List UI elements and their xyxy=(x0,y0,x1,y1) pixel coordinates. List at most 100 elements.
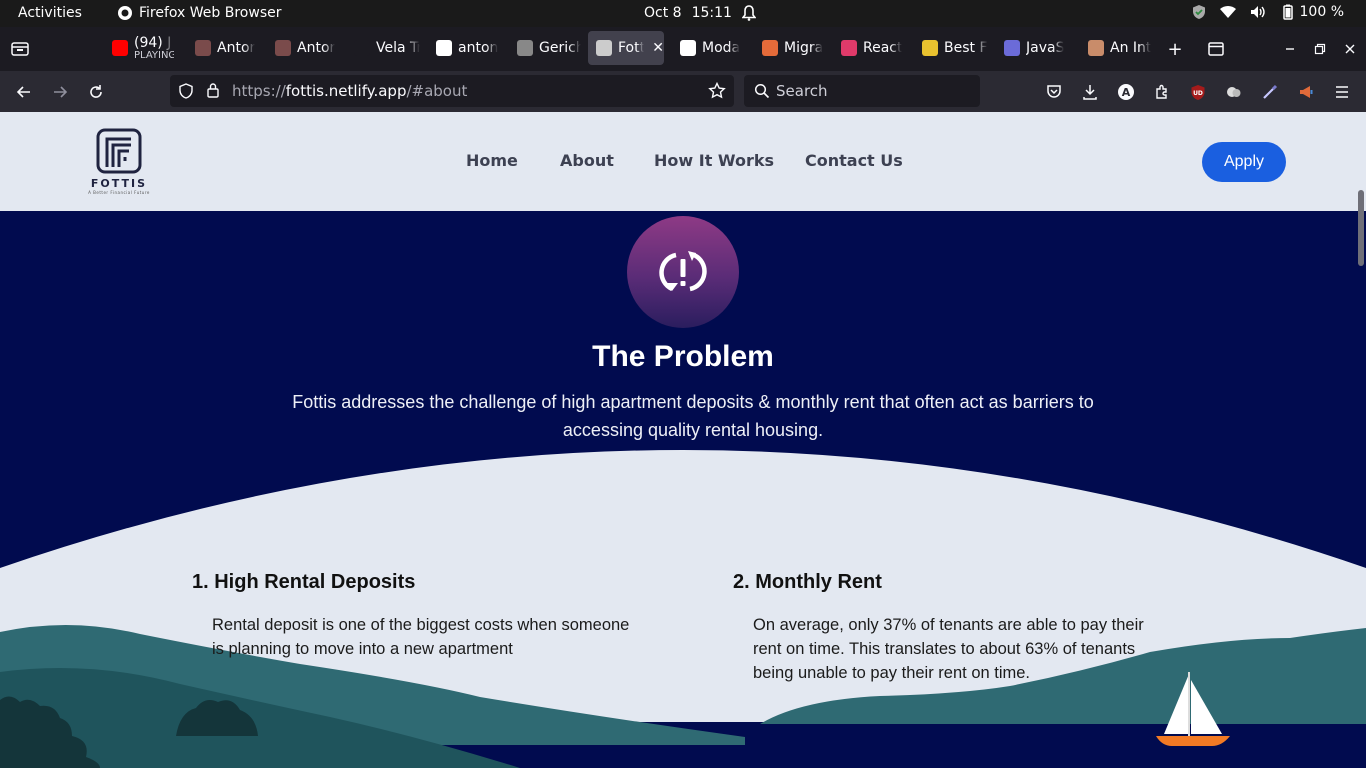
restore-button[interactable] xyxy=(1308,37,1332,61)
lock-icon[interactable] xyxy=(206,82,220,99)
tab-title: Antor xyxy=(217,40,256,56)
browser-tab[interactable]: Fottis ✕ xyxy=(588,31,664,65)
browser-tab[interactable]: Moda xyxy=(672,31,746,65)
card-monthly-rent: 2. Monthly Rent On average, only 37% of … xyxy=(733,571,1173,685)
fottis-logo-mark xyxy=(96,128,142,174)
url-text[interactable]: https://fottis.netlify.app/#about xyxy=(232,82,467,100)
logo-wordmark: FOTTIS xyxy=(90,177,148,190)
reload-icon xyxy=(90,85,102,98)
tab-title: (94) J xyxy=(134,35,172,51)
restore-icon xyxy=(1314,43,1326,55)
battery-level: 100 % xyxy=(1299,4,1344,20)
nav-how-it-works[interactable]: How It Works xyxy=(654,151,774,170)
card-body: On average, only 37% of tenants are able… xyxy=(753,616,1144,682)
back-button[interactable] xyxy=(12,80,36,104)
battery-icon xyxy=(1282,4,1293,20)
dev-icon xyxy=(922,40,938,56)
tab-title: Gerich xyxy=(539,40,581,56)
account-button[interactable]: A xyxy=(1114,80,1138,104)
firefox-view-button[interactable] xyxy=(8,37,32,61)
fottis-logo[interactable]: FOTTIS A Better Financial Future xyxy=(82,127,156,195)
browser-tab[interactable]: Gerich xyxy=(509,31,581,65)
card-title: 2. Monthly Rent xyxy=(733,571,882,593)
search-icon xyxy=(754,83,770,99)
color-picker-icon xyxy=(1263,84,1278,99)
browser-tab[interactable]: Best F xyxy=(914,31,988,65)
downloads-button[interactable] xyxy=(1078,80,1102,104)
puzzle-icon xyxy=(1156,84,1167,99)
url-host: fottis.netlify.app xyxy=(285,82,407,100)
bookmark-star-icon[interactable] xyxy=(708,82,726,100)
openai-icon xyxy=(680,40,696,56)
browser-tab[interactable]: Vela Trus xyxy=(346,31,420,65)
avatar-icon xyxy=(275,40,291,56)
tab-close-icon[interactable]: ✕ xyxy=(652,40,664,56)
tracking-protection-shield-icon[interactable] xyxy=(178,83,194,99)
url-path: /#about xyxy=(406,82,468,100)
extension-button-2[interactable] xyxy=(1222,80,1246,104)
github-icon xyxy=(436,40,452,56)
tab-strip: (94) JPLAYING Antor Antor Vela Trus anton Ger… xyxy=(0,27,1366,71)
apply-button[interactable]: Apply xyxy=(1202,142,1286,182)
nav-about[interactable]: About xyxy=(560,151,614,170)
search-bar[interactable]: Search xyxy=(744,75,980,107)
close-window-button[interactable] xyxy=(1338,37,1362,61)
clock-time: 15:11 xyxy=(691,5,732,21)
extensions-button[interactable] xyxy=(1150,80,1174,104)
avatar-icon xyxy=(1088,40,1104,56)
app-menu[interactable]: Firefox Web Browser xyxy=(117,5,282,21)
system-tray[interactable]: 100 % xyxy=(1192,4,1344,20)
activities-button[interactable]: Activities xyxy=(18,5,82,21)
browser-tab[interactable]: anton xyxy=(428,31,500,65)
nav-contact-us[interactable]: Contact Us xyxy=(805,151,903,170)
ublock-icon: UD xyxy=(1191,84,1205,100)
browser-tab[interactable]: (94) J PLAYING xyxy=(104,31,174,65)
tab-title: Fottis xyxy=(618,40,645,56)
nav-home[interactable]: Home xyxy=(466,151,518,170)
browser-tab[interactable]: React xyxy=(833,31,907,65)
blank-icon xyxy=(354,40,370,56)
extension-button-4[interactable] xyxy=(1294,80,1318,104)
app-menu-button[interactable] xyxy=(1330,80,1354,104)
forward-arrow-icon xyxy=(54,86,68,98)
asterisk-icon xyxy=(762,40,778,56)
navigation-toolbar: https://fottis.netlify.app/#about Search… xyxy=(0,71,1366,112)
tab-title: An Int xyxy=(1110,40,1152,56)
tab-title: Moda xyxy=(702,40,741,56)
tab-playing-label: PLAYING xyxy=(134,50,174,61)
page-scrollbar[interactable] xyxy=(1358,190,1364,266)
browser-tab[interactable]: An Int xyxy=(1080,31,1152,65)
web-page: FOTTIS A Better Financial Future Home Ab… xyxy=(0,112,1366,768)
react-icon xyxy=(841,40,857,56)
minimize-button[interactable] xyxy=(1278,37,1302,61)
list-all-tabs-button[interactable] xyxy=(1204,37,1228,61)
plus-icon: + xyxy=(1167,38,1183,60)
svg-text:UD: UD xyxy=(1193,90,1203,97)
wifi-icon xyxy=(1219,5,1236,19)
svg-text:A: A xyxy=(1122,86,1131,99)
browser-tab[interactable]: Antor xyxy=(187,31,259,65)
reload-button[interactable] xyxy=(84,80,108,104)
card-title: 1. High Rental Deposits xyxy=(192,571,416,593)
search-placeholder: Search xyxy=(776,82,828,100)
browser-tab[interactable]: Migra xyxy=(754,31,826,65)
new-tab-button[interactable]: + xyxy=(1163,37,1187,61)
extension-button-3[interactable] xyxy=(1258,80,1282,104)
firefox-view-icon xyxy=(11,42,29,56)
logo-tagline: A Better Financial Future xyxy=(88,190,150,195)
youtube-icon xyxy=(112,40,128,56)
ublock-button[interactable]: UD xyxy=(1186,80,1210,104)
clock[interactable]: Oct 8 15:11 xyxy=(644,5,756,21)
pocket-button[interactable] xyxy=(1042,80,1066,104)
bell-icon xyxy=(741,5,756,21)
avatar-icon xyxy=(195,40,211,56)
clock-date: Oct 8 xyxy=(644,5,682,21)
url-bar[interactable]: https://fottis.netlify.app/#about xyxy=(170,75,734,107)
account-icon: A xyxy=(1118,84,1134,100)
tab-list-icon xyxy=(1208,42,1224,56)
browser-tab[interactable]: JavaS xyxy=(996,31,1072,65)
volume-icon xyxy=(1250,6,1265,18)
forward-button[interactable] xyxy=(48,80,72,104)
browser-tab[interactable]: Antor xyxy=(267,31,339,65)
minimize-icon xyxy=(1286,48,1294,50)
